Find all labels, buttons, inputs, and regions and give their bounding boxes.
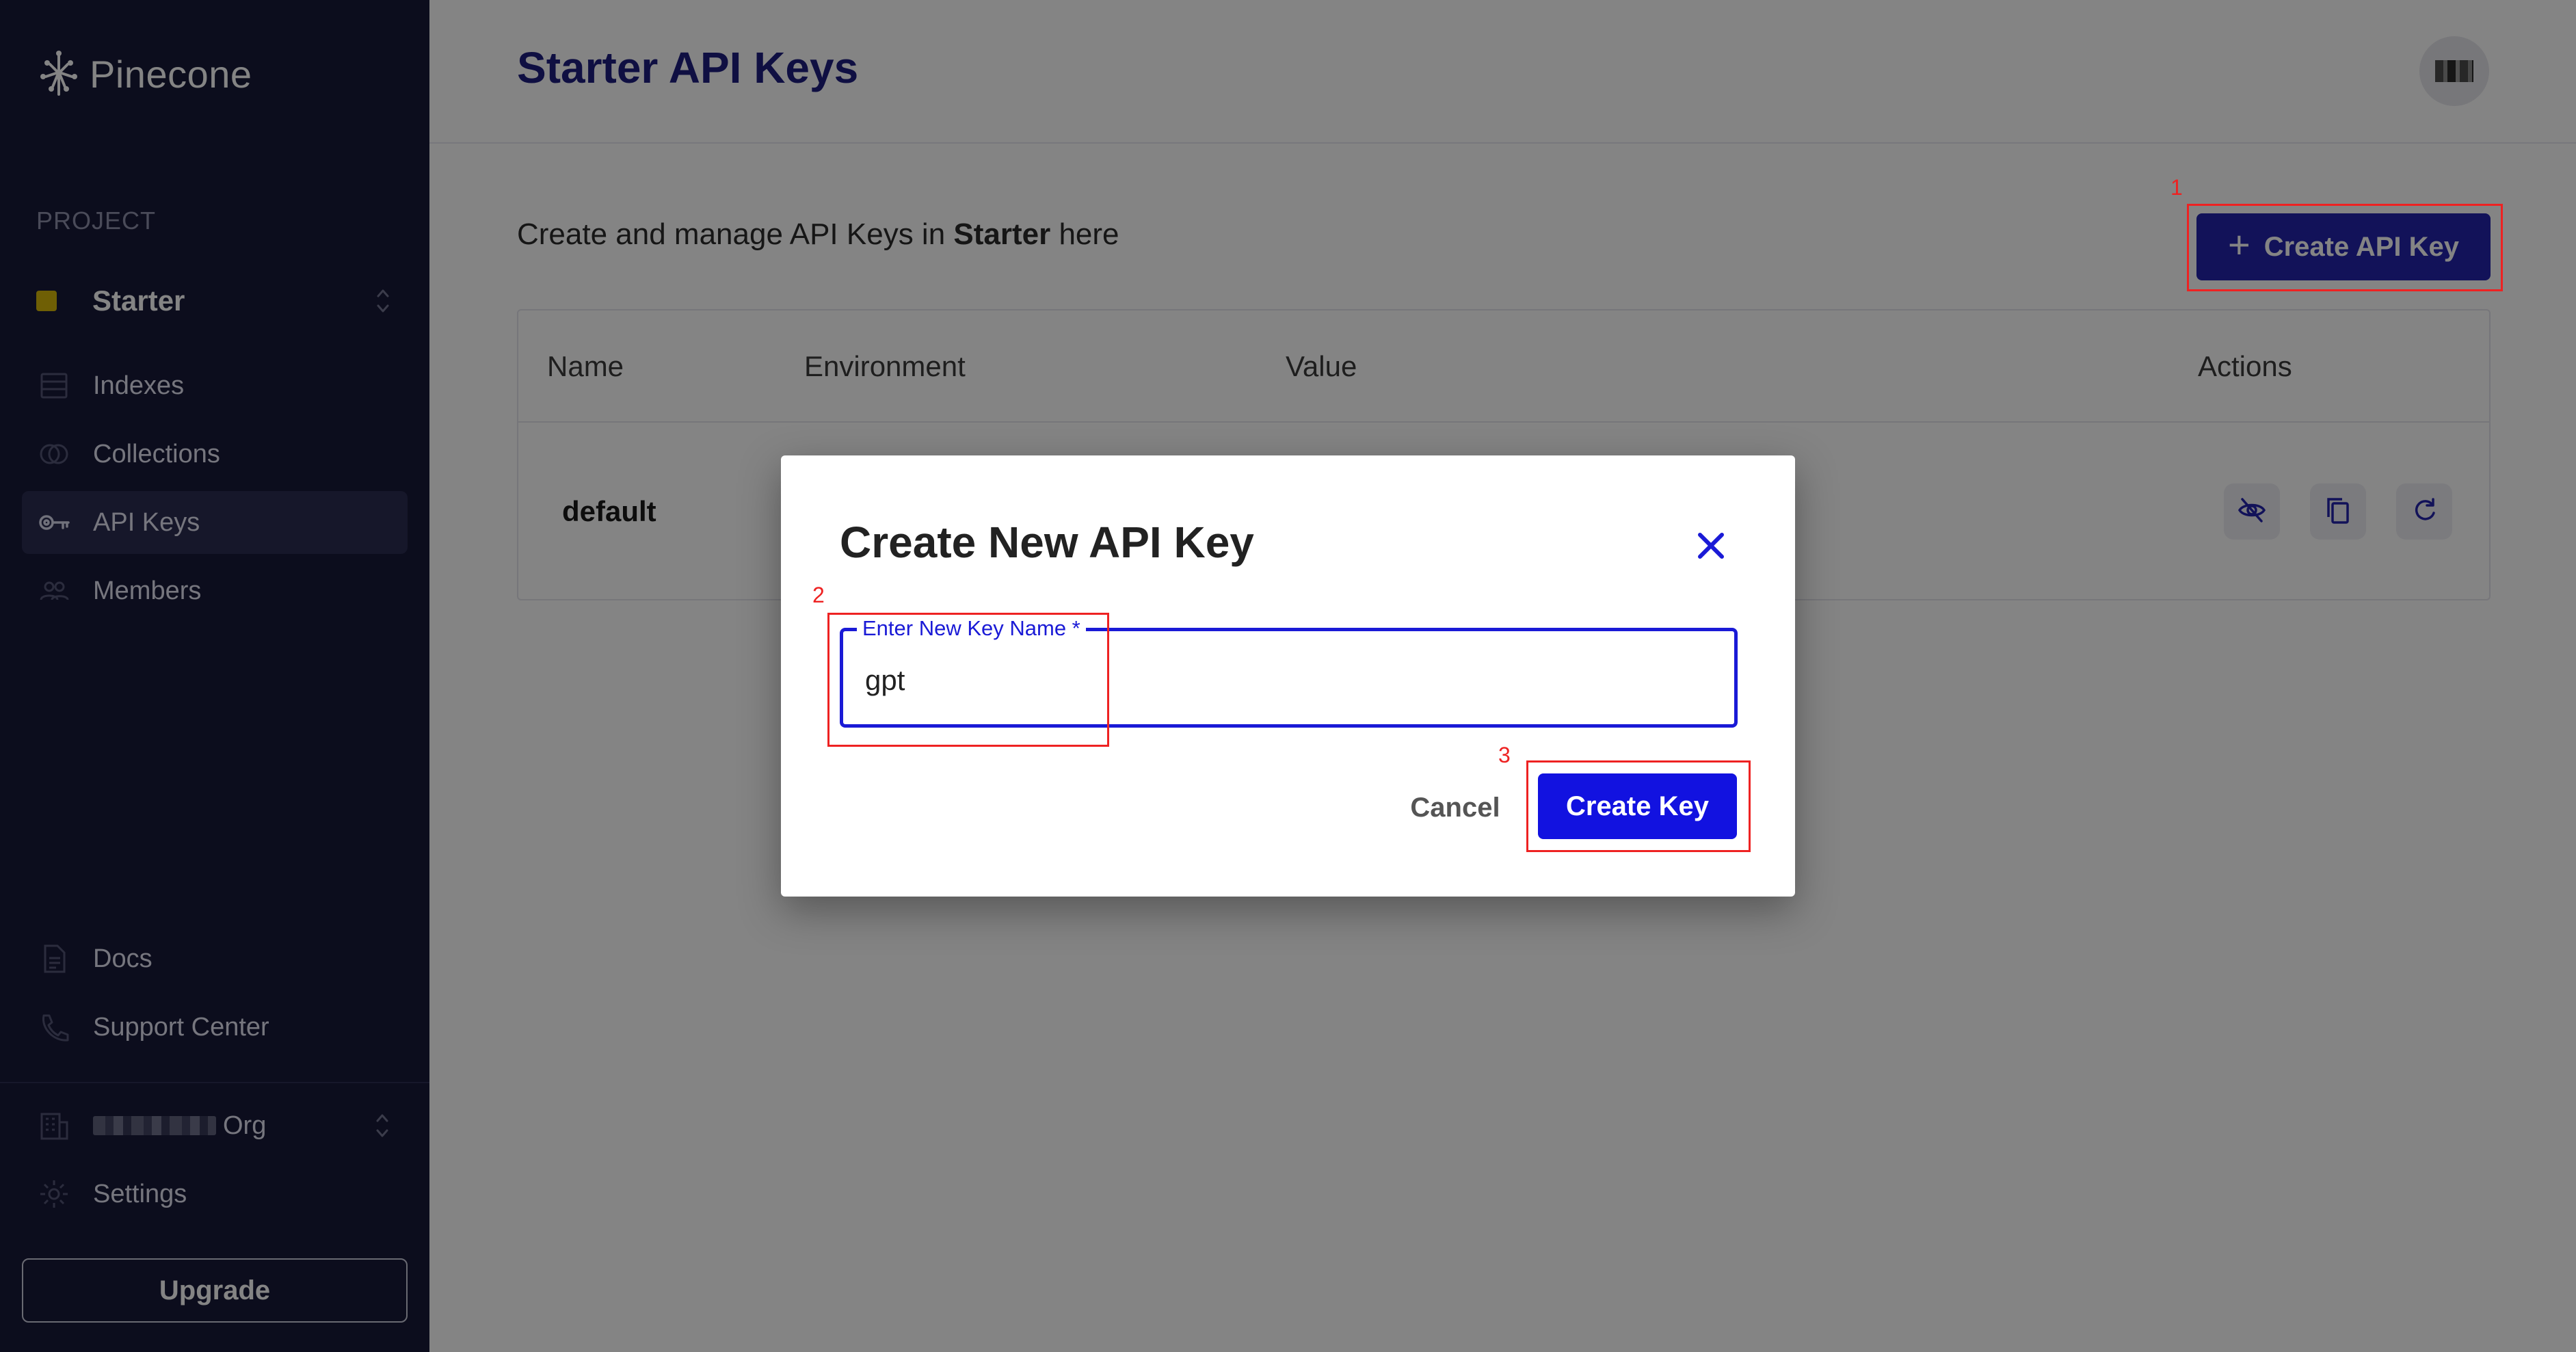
annotation-number-2: 2 [812, 583, 825, 607]
annotation-number-3: 3 [1498, 743, 1511, 767]
annotation-number-1: 1 [2170, 175, 2183, 200]
app-root: Pinecone PROJECT Starter Indexes [0, 0, 2576, 1352]
close-icon[interactable] [1690, 525, 1731, 566]
key-name-field-label: Enter New Key Name * [857, 616, 1086, 641]
create-api-key-dialog: Create New API Key Enter New Key Name * … [781, 455, 1795, 897]
key-name-field: Enter New Key Name * [840, 616, 1738, 728]
cancel-button[interactable]: Cancel [1380, 779, 1530, 836]
create-key-button[interactable]: Create Key [1538, 773, 1737, 839]
key-name-input[interactable] [864, 660, 1684, 701]
dialog-title: Create New API Key [840, 518, 1254, 567]
